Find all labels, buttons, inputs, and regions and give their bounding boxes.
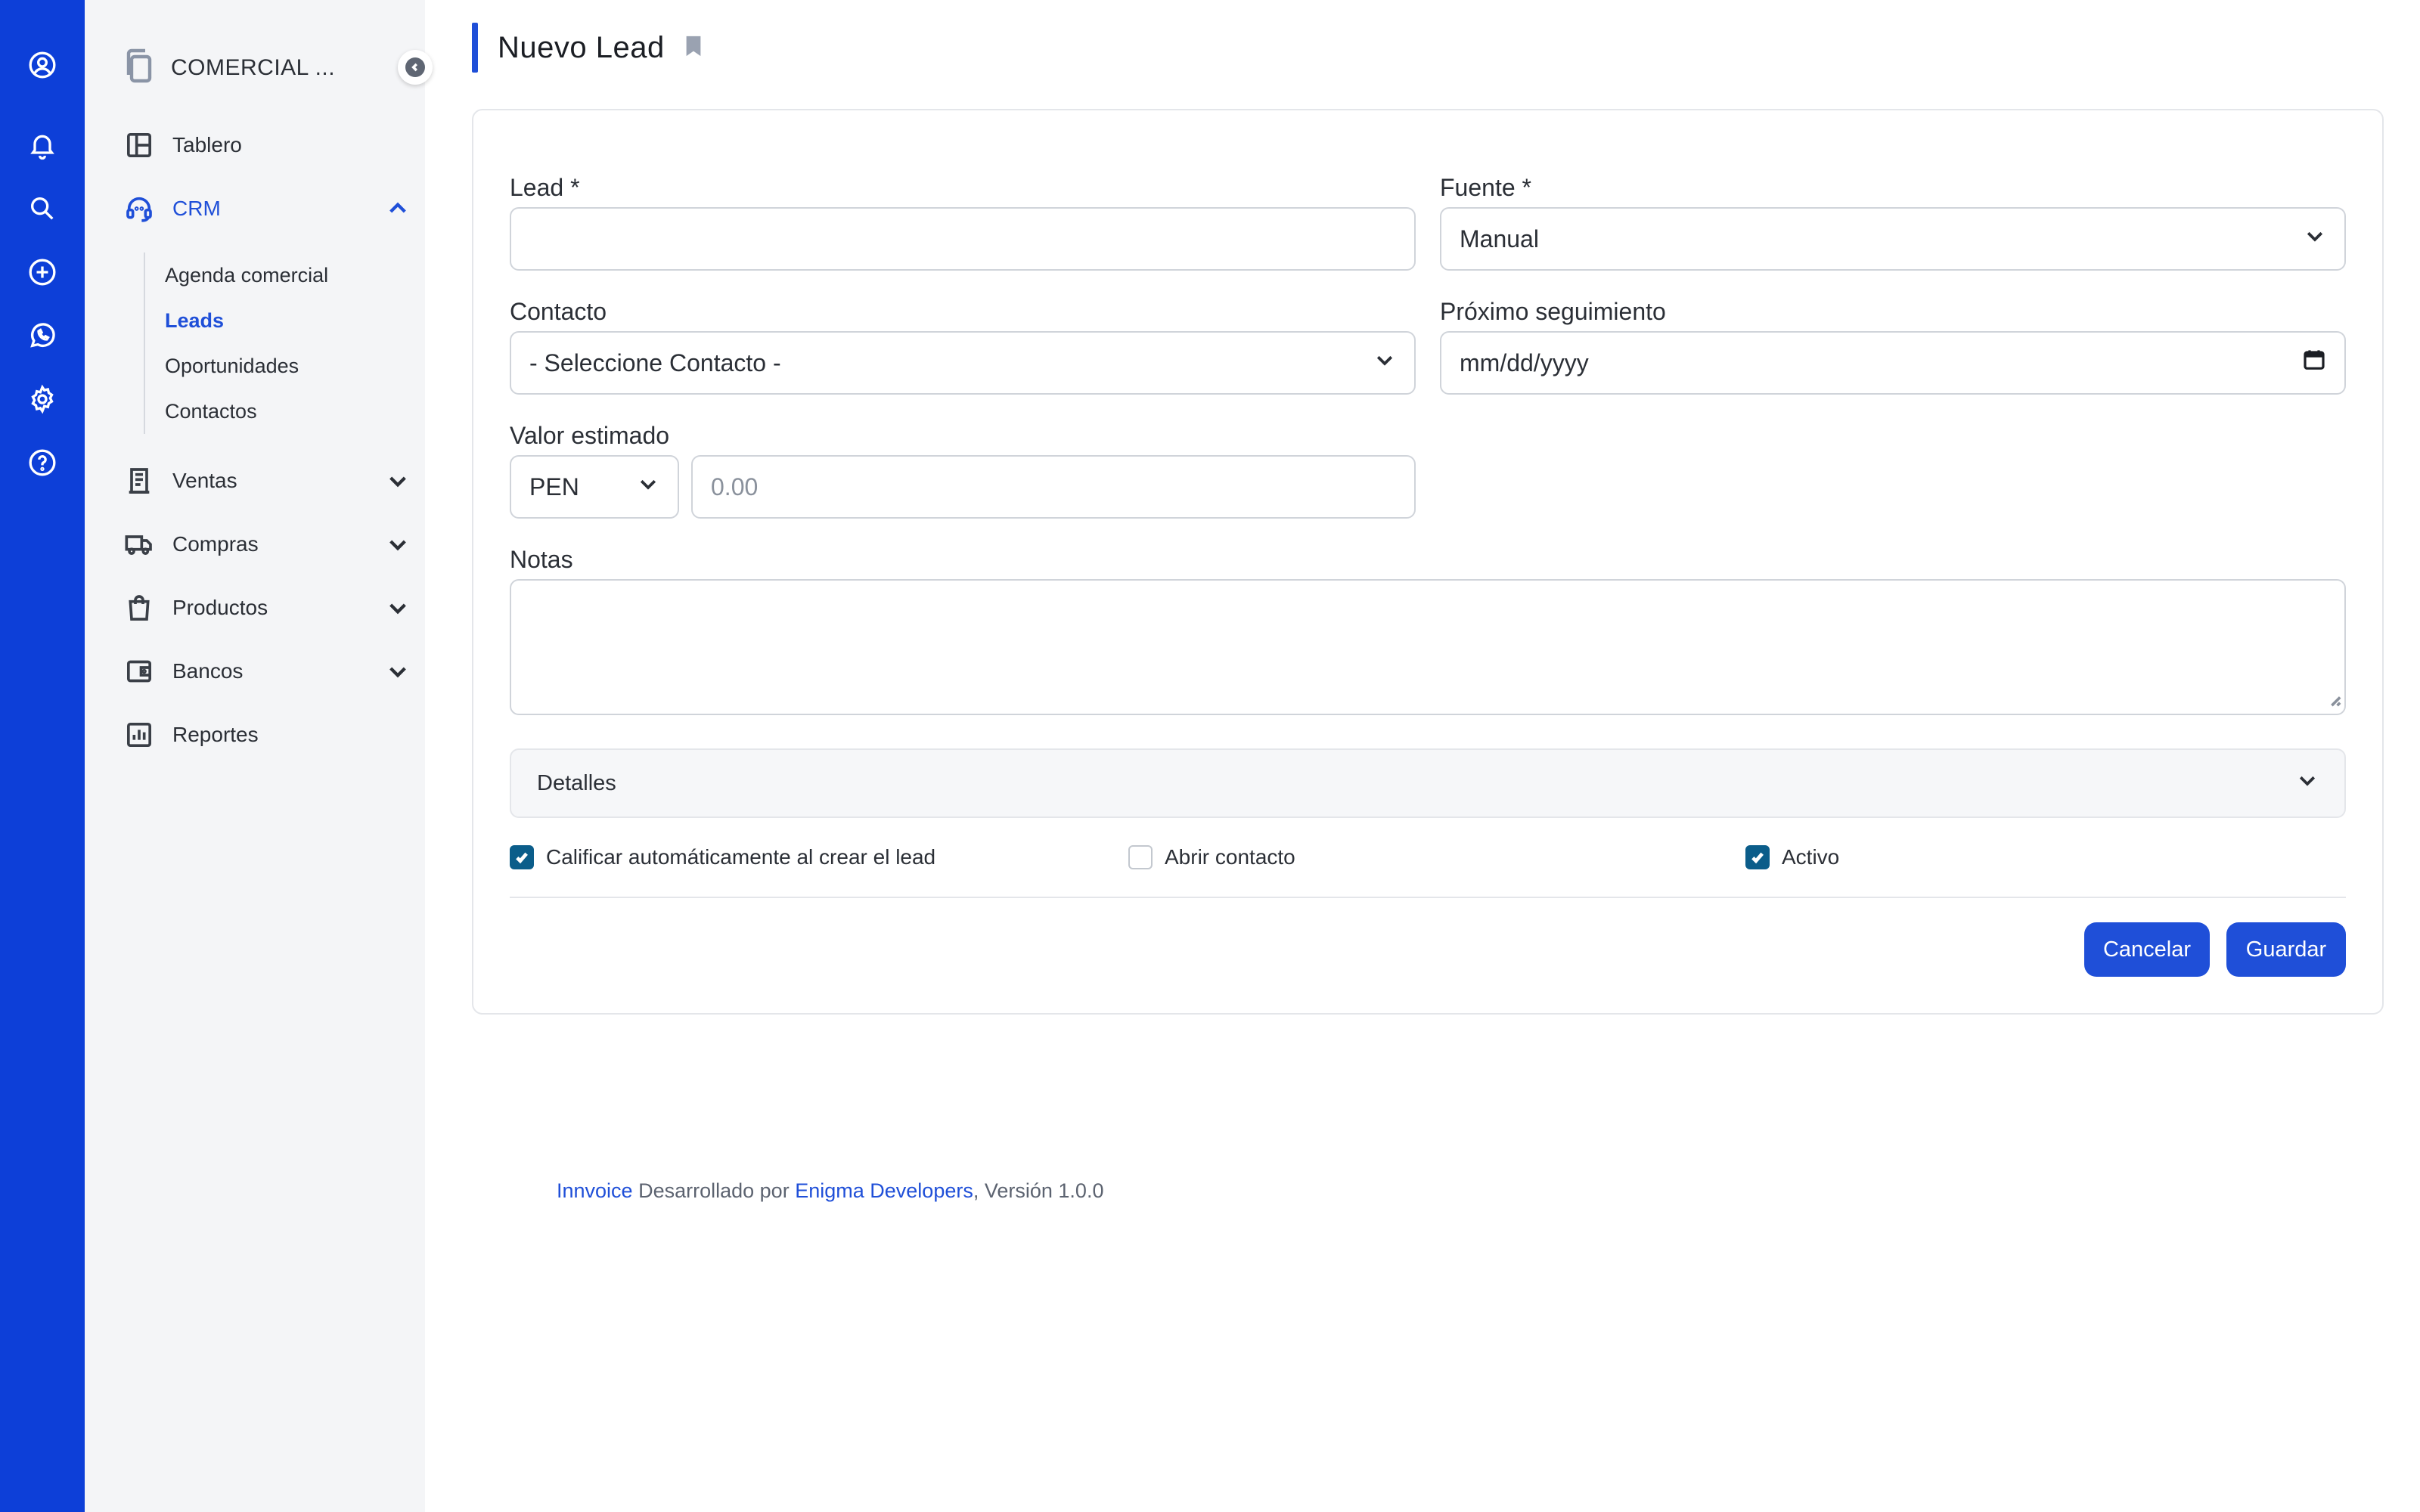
abrir-contacto-checkbox[interactable] — [1128, 845, 1153, 869]
sidebar-item-label: Productos — [172, 596, 268, 619]
form-divider — [510, 897, 2346, 898]
chevron-down-icon — [386, 469, 410, 498]
sidebar-subitem-agenda[interactable]: Agenda comercial — [165, 253, 416, 298]
chevron-down-icon — [2296, 769, 2319, 798]
dashboard-icon — [123, 129, 156, 162]
lead-input[interactable] — [510, 207, 1416, 271]
page-title: Nuevo Lead — [498, 30, 665, 64]
bell-icon[interactable] — [24, 127, 60, 163]
sidebar-item-tablero[interactable]: Tablero — [123, 122, 410, 168]
chevron-down-icon — [1373, 349, 1396, 377]
sidebar-item-label: Tablero — [172, 133, 242, 156]
fuente-label: Fuente * — [1440, 174, 1531, 201]
footer-version: , Versión 1.0.0 — [973, 1179, 1104, 1202]
valor-input[interactable]: 0.00 — [691, 455, 1416, 519]
chevron-up-icon — [386, 197, 410, 226]
lead-label: Lead * — [510, 174, 580, 201]
calificar-checkbox-label: Calificar automáticamente al crear el le… — [546, 845, 936, 869]
footer-brand-link[interactable]: Innvoice — [557, 1179, 633, 1202]
bar-chart-icon — [123, 718, 156, 751]
chevron-down-icon — [2304, 225, 2326, 253]
icon-rail — [0, 0, 85, 1512]
page-header: Nuevo Lead — [472, 23, 703, 73]
documents-icon — [123, 48, 156, 89]
sidebar-item-crm[interactable]: CRM — [123, 186, 410, 231]
sidebar-item-reportes[interactable]: Reportes — [123, 712, 410, 758]
footer: Innvoice Desarrollado por Enigma Develop… — [557, 1179, 1103, 1203]
notas-textarea[interactable] — [510, 579, 2346, 715]
contacto-select-value: - Seleccione Contacto - — [529, 349, 781, 376]
cancel-button[interactable]: Cancelar — [2084, 922, 2210, 977]
truck-icon — [123, 528, 156, 561]
company-selector[interactable]: COMERCIAL ... — [123, 45, 427, 91]
shopping-bag-icon — [123, 591, 156, 624]
activo-checkbox-row[interactable]: Activo — [1745, 844, 1839, 871]
sidebar-item-label: Compras — [172, 532, 259, 556]
chevron-left-icon — [405, 57, 425, 77]
title-accent-bar — [472, 23, 478, 73]
crm-submenu: Agenda comercial Leads Oportunidades Con… — [144, 253, 416, 434]
moneda-select-value: PEN — [529, 472, 579, 500]
detalles-accordion[interactable]: Detalles — [510, 748, 2346, 818]
resize-grip-icon[interactable] — [2328, 693, 2341, 711]
seguimiento-label: Próximo seguimiento — [1440, 298, 1666, 325]
company-name: COMERCIAL ... — [171, 55, 336, 80]
headset-icon — [123, 192, 156, 225]
seguimiento-date-placeholder: mm/dd/yyyy — [1460, 349, 1589, 376]
receipt-icon — [123, 464, 156, 497]
sidebar-item-label: Ventas — [172, 469, 237, 492]
whatsapp-icon[interactable] — [24, 318, 60, 354]
wallet-icon — [123, 655, 156, 688]
contacto-label: Contacto — [510, 298, 607, 325]
help-circle-icon[interactable] — [24, 445, 60, 481]
calificar-checkbox[interactable] — [510, 845, 534, 869]
sidebar-item-label: Reportes — [172, 723, 259, 746]
seguimiento-date-input[interactable]: mm/dd/yyyy — [1440, 331, 2346, 395]
gear-icon[interactable] — [24, 381, 60, 417]
detalles-label: Detalles — [537, 770, 616, 795]
sidebar-item-compras[interactable]: Compras — [123, 522, 410, 567]
sidebar-item-label: CRM — [172, 197, 221, 220]
plus-circle-icon[interactable] — [24, 254, 60, 290]
chevron-down-icon — [386, 532, 410, 562]
calendar-icon[interactable] — [2302, 348, 2326, 378]
user-circle-icon[interactable] — [24, 47, 60, 83]
fuente-select[interactable]: Manual — [1440, 207, 2346, 271]
abrir-contacto-checkbox-row[interactable]: Abrir contacto — [1128, 844, 1295, 871]
search-icon[interactable] — [24, 191, 60, 227]
activo-checkbox[interactable] — [1745, 845, 1770, 869]
valor-input-placeholder: 0.00 — [711, 472, 759, 500]
moneda-select[interactable]: PEN — [510, 455, 679, 519]
sidebar-subitem-oportunidades[interactable]: Oportunidades — [165, 343, 416, 389]
valor-label: Valor estimado — [510, 422, 670, 449]
sidebar-subitem-contactos[interactable]: Contactos — [165, 389, 416, 434]
chevron-down-icon — [386, 596, 410, 625]
bookmark-icon[interactable] — [684, 35, 703, 61]
fuente-select-value: Manual — [1460, 225, 1539, 253]
collapse-sidebar-button[interactable] — [398, 50, 433, 85]
sidebar: COMERCIAL ... Tablero CRM Agenda comerci… — [85, 0, 427, 1512]
footer-company-link[interactable]: Enigma Developers — [795, 1179, 973, 1202]
chevron-down-icon — [637, 472, 659, 501]
notas-label: Notas — [510, 546, 573, 573]
footer-developed-by: Desarrollado por — [638, 1179, 790, 1202]
calificar-checkbox-row[interactable]: Calificar automáticamente al crear el le… — [510, 844, 935, 871]
contacto-select[interactable]: - Seleccione Contacto - — [510, 331, 1416, 395]
save-button[interactable]: Guardar — [2226, 922, 2346, 977]
abrir-contacto-checkbox-label: Abrir contacto — [1165, 845, 1295, 869]
sidebar-item-label: Bancos — [172, 659, 244, 683]
sidebar-item-ventas[interactable]: Ventas — [123, 458, 410, 503]
sidebar-subitem-leads[interactable]: Leads — [165, 298, 416, 343]
sidebar-item-bancos[interactable]: Bancos — [123, 649, 410, 694]
sidebar-item-productos[interactable]: Productos — [123, 585, 410, 631]
chevron-down-icon — [386, 659, 410, 689]
activo-checkbox-label: Activo — [1782, 845, 1840, 869]
